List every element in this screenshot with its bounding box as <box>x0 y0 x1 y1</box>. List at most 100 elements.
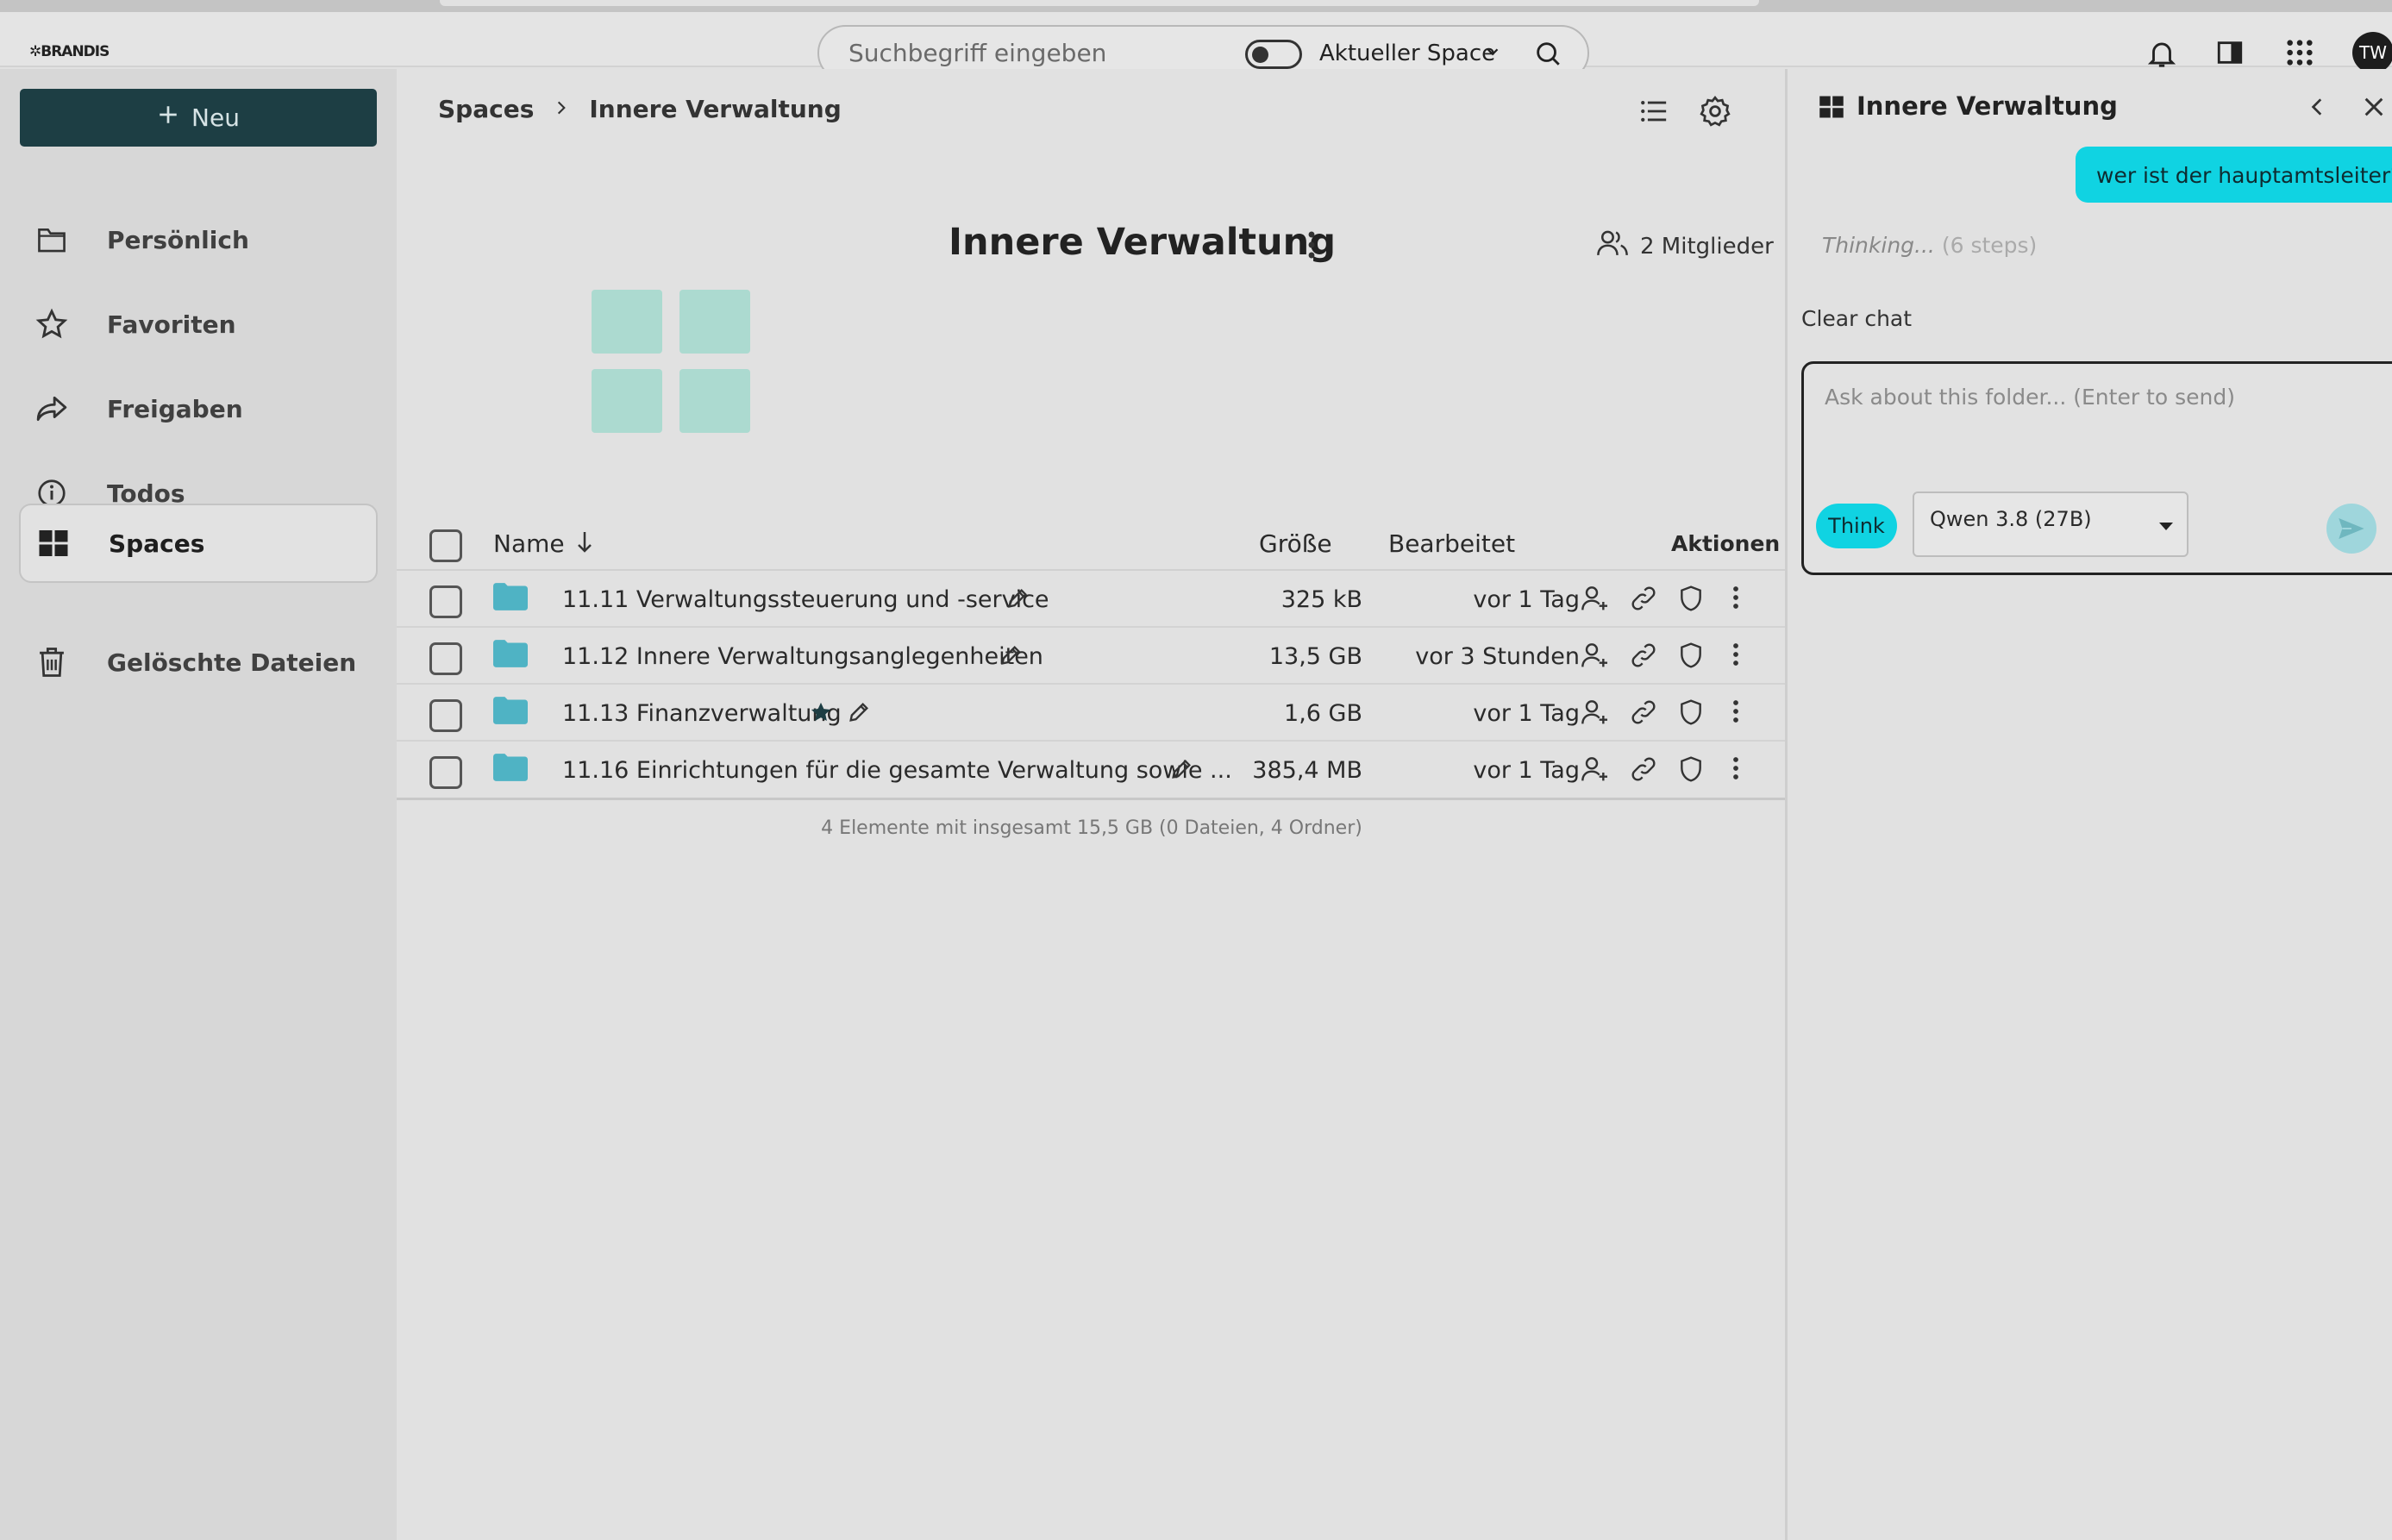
link-icon[interactable] <box>1630 755 1657 789</box>
sidebar-item-label: Gelöschte Dateien <box>107 648 357 677</box>
logo-text: BRANDIS <box>41 43 110 60</box>
row-checkbox[interactable] <box>429 756 462 789</box>
folder-icon <box>493 640 528 673</box>
search-icon[interactable] <box>1533 39 1562 72</box>
column-actions: Aktionen <box>1671 531 1781 556</box>
row-name[interactable]: 11.13 Finanzverwaltung <box>562 700 842 727</box>
chat-input[interactable]: Ask about this folder... (Enter to send) <box>1825 385 2235 410</box>
space-image <box>592 290 752 435</box>
more-vertical-icon[interactable] <box>1731 585 1740 617</box>
thinking-steps: (6 steps) <box>1941 233 2038 258</box>
row-name[interactable]: 11.12 Innere Verwaltungsanglegenheiten <box>562 643 1043 670</box>
table-row[interactable]: 11.11 Verwaltungssteuerung und -service … <box>397 571 1787 628</box>
chevron-right-icon <box>553 95 570 123</box>
add-user-icon[interactable] <box>1581 755 1609 789</box>
apps-grid-icon[interactable] <box>2285 38 2314 71</box>
sidebar-item-label: Freigaben <box>107 394 243 423</box>
space-image-tile <box>592 290 662 354</box>
sidebar-item-favoriten[interactable]: Favoriten <box>19 285 378 364</box>
star-filled-icon[interactable] <box>809 700 833 730</box>
breadcrumb: Spaces Innere Verwaltung <box>438 95 842 123</box>
row-modified: vor 3 Stunden <box>1415 643 1580 670</box>
link-icon[interactable] <box>1630 585 1657 618</box>
scope-dropdown[interactable]: Aktueller Space <box>1319 41 1495 66</box>
more-vertical-icon[interactable] <box>1731 642 1740 673</box>
new-button[interactable]: Neu <box>20 89 377 147</box>
sidebar-item-label: Favoriten <box>107 310 236 339</box>
space-title: Innere Verwaltung <box>949 221 1337 264</box>
folder-icon <box>34 226 69 254</box>
row-name[interactable]: 11.11 Verwaltungssteuerung und -service <box>562 586 1049 613</box>
add-user-icon[interactable] <box>1581 642 1609 675</box>
sort-arrow-down-icon[interactable] <box>574 529 595 560</box>
table-row[interactable]: 11.16 Einrichtungen für die gesamte Verw… <box>397 742 1787 800</box>
link-icon[interactable] <box>1630 642 1657 675</box>
sidebar-panel-icon[interactable] <box>2214 38 2245 71</box>
row-size: 325 kB <box>1281 586 1362 613</box>
chevron-down-icon[interactable] <box>1483 42 1502 65</box>
table-header: Name Größe Bearbeitet Aktionen <box>397 517 1787 571</box>
column-name[interactable]: Name <box>493 529 565 558</box>
chevron-left-icon[interactable] <box>2307 95 2329 122</box>
share-icon <box>34 395 69 423</box>
folder-icon <box>493 697 528 730</box>
sidebar-item-freigaben[interactable]: Freigaben <box>19 369 378 448</box>
shield-icon[interactable] <box>1678 698 1704 732</box>
row-name[interactable]: 11.16 Einrichtungen für die gesamte Verw… <box>562 757 1232 784</box>
new-button-label: Neu <box>191 103 240 132</box>
row-size: 13,5 GB <box>1268 643 1362 670</box>
main-content: Spaces Innere Verwaltung Innere Verwaltu… <box>397 69 1787 1540</box>
sidebar-item-persoenlich[interactable]: Persönlich <box>19 200 378 279</box>
sidebar-item-geloeschte-dateien[interactable]: Gelöschte Dateien <box>19 623 378 702</box>
breadcrumb-current: Innere Verwaltung <box>589 95 842 123</box>
breadcrumb-spaces[interactable]: Spaces <box>438 95 534 123</box>
scope-toggle[interactable] <box>1245 40 1302 69</box>
column-size[interactable]: Größe <box>1259 529 1332 558</box>
brand-logo[interactable]: ✲BRANDIS <box>29 43 110 60</box>
think-toggle-button[interactable]: Think <box>1816 504 1897 548</box>
table-row[interactable]: 11.13 Finanzverwaltung 1,6 GB vor 1 Tag <box>397 685 1787 742</box>
add-user-icon[interactable] <box>1581 585 1609 618</box>
more-vertical-icon[interactable] <box>1731 755 1740 787</box>
send-icon <box>2338 516 2365 545</box>
list-view-icon[interactable] <box>1638 97 1669 129</box>
model-select[interactable]: Qwen 3.8 (27B) <box>1913 491 2188 557</box>
thinking-status[interactable]: Thinking... (6 steps) <box>1822 233 2037 258</box>
shield-icon[interactable] <box>1678 585 1704 618</box>
row-checkbox[interactable] <box>429 642 462 675</box>
row-checkbox[interactable] <box>429 699 462 732</box>
rename-pencil-icon[interactable] <box>1005 586 1030 617</box>
link-icon[interactable] <box>1630 698 1657 732</box>
clear-chat-button[interactable]: Clear chat <box>1801 306 1912 331</box>
table-summary: 4 Elemente mit insgesamt 15,5 GB (0 Date… <box>821 817 1362 839</box>
shield-icon[interactable] <box>1678 755 1704 789</box>
close-icon[interactable] <box>2362 95 2386 122</box>
more-vertical-icon[interactable] <box>1731 698 1740 730</box>
row-modified: vor 1 Tag <box>1473 757 1580 784</box>
plus-icon <box>157 103 179 132</box>
shield-icon[interactable] <box>1678 642 1704 675</box>
add-user-icon[interactable] <box>1581 698 1609 732</box>
folder-icon <box>493 583 528 617</box>
user-avatar[interactable]: TW <box>2352 32 2392 73</box>
sidebar: Neu Persönlich Favoriten Freigaben Todos… <box>0 69 397 1540</box>
sidebar-item-label: Persönlich <box>107 225 249 254</box>
rename-pencil-icon[interactable] <box>999 643 1023 673</box>
space-image-tile <box>679 369 750 433</box>
select-all-checkbox[interactable] <box>429 529 462 562</box>
more-vertical-icon[interactable] <box>1306 229 1318 264</box>
send-button[interactable] <box>2326 504 2376 554</box>
table-row[interactable]: 11.12 Innere Verwaltungsanglegenheiten 1… <box>397 628 1787 685</box>
chat-panel: Innere Verwaltung wer ist der hauptamtsl… <box>1788 69 2392 1540</box>
sidebar-item-spaces[interactable]: Spaces <box>19 504 378 583</box>
trash-icon <box>34 646 69 679</box>
gear-icon[interactable] <box>1699 95 1731 131</box>
members-button[interactable]: 2 Mitglieder <box>1597 229 1774 263</box>
members-label: 2 Mitglieder <box>1640 233 1774 260</box>
column-modified[interactable]: Bearbeitet <box>1388 529 1515 558</box>
rename-pencil-icon[interactable] <box>1169 757 1193 787</box>
chat-title: Innere Verwaltung <box>1857 91 2118 121</box>
search-input[interactable]: Suchbegriff eingeben <box>848 39 1106 67</box>
rename-pencil-icon[interactable] <box>847 700 871 730</box>
row-checkbox[interactable] <box>429 585 462 618</box>
